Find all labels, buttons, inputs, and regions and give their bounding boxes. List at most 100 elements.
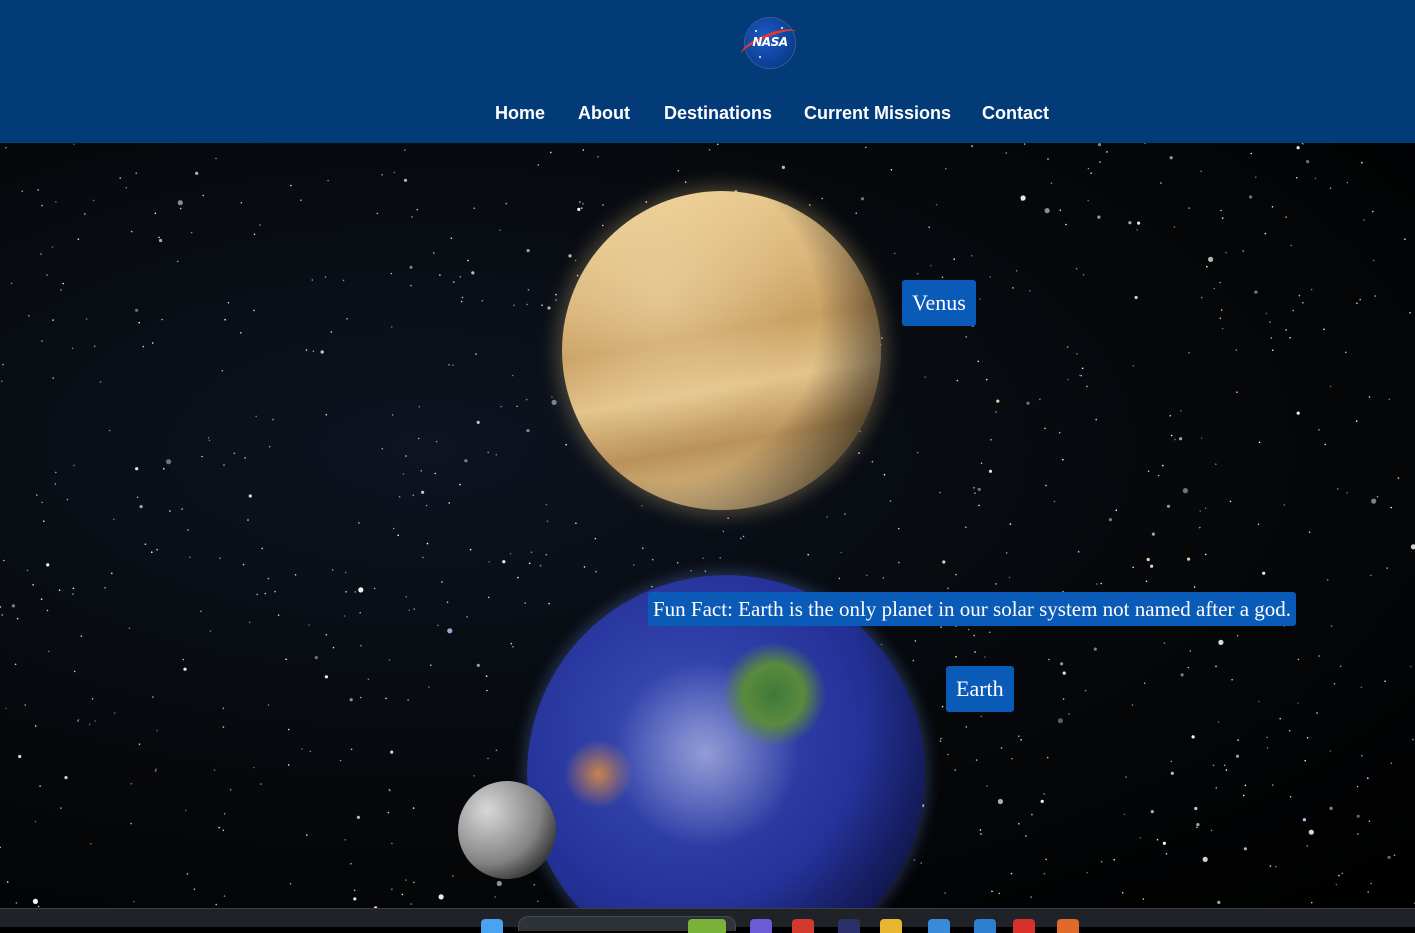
star (1409, 312, 1411, 314)
star (838, 577, 841, 580)
star (391, 888, 393, 890)
star (294, 574, 297, 576)
star (940, 626, 942, 628)
opera-icon[interactable] (1013, 919, 1035, 933)
star (339, 759, 342, 762)
star (324, 675, 328, 679)
star (242, 563, 245, 566)
star (32, 584, 34, 586)
star (582, 149, 585, 151)
star (213, 769, 216, 771)
widgets-icon[interactable] (688, 919, 726, 933)
star (448, 364, 450, 366)
star (1046, 756, 1049, 759)
star (256, 593, 259, 596)
star (425, 504, 428, 507)
star (208, 439, 211, 442)
star (541, 304, 543, 306)
nav-destinations[interactable]: Destinations (664, 101, 772, 125)
star (1093, 647, 1097, 651)
star (597, 156, 599, 158)
chrome-icon[interactable] (792, 919, 814, 933)
star (90, 842, 92, 845)
star (111, 572, 113, 575)
star (166, 459, 172, 465)
star (1297, 702, 1299, 704)
star (512, 646, 514, 648)
star (1318, 655, 1320, 657)
star (1136, 229, 1138, 231)
earth-fun-fact: Fun Fact: Earth is the only planet in ou… (648, 592, 1297, 626)
star (1220, 209, 1222, 212)
star (215, 157, 217, 160)
nav-home[interactable]: Home (495, 101, 545, 125)
star (947, 753, 949, 756)
teams-icon[interactable] (750, 919, 772, 933)
star (1217, 900, 1221, 905)
star (1165, 853, 1168, 855)
star (1302, 301, 1304, 304)
star (1318, 429, 1320, 431)
star (344, 839, 347, 841)
star (866, 574, 868, 577)
star (417, 437, 420, 440)
nav-current-missions[interactable]: Current Missions (804, 101, 951, 125)
star (977, 360, 979, 363)
star (200, 610, 202, 613)
star (1329, 187, 1332, 189)
star (388, 788, 391, 791)
app-icon[interactable] (838, 919, 860, 933)
star (62, 282, 64, 285)
star (221, 369, 224, 372)
star (1025, 835, 1027, 837)
star (742, 535, 745, 538)
star (80, 635, 83, 637)
file-explorer-icon[interactable] (880, 919, 902, 933)
star (1285, 329, 1287, 331)
earth-label[interactable]: Earth (946, 666, 1014, 712)
star (268, 445, 271, 448)
star (481, 300, 484, 302)
star (77, 238, 80, 240)
star (119, 177, 121, 179)
logo-text: NASA (752, 35, 788, 49)
star (358, 522, 360, 524)
star (130, 230, 133, 233)
star (855, 212, 857, 214)
star (1271, 784, 1274, 786)
star (1269, 321, 1271, 323)
firefox-icon[interactable] (1057, 919, 1079, 933)
nav-contact[interactable]: Contact (982, 101, 1049, 125)
star (224, 318, 226, 321)
star (975, 759, 978, 761)
star (72, 587, 75, 590)
star (387, 811, 390, 814)
star (1310, 288, 1313, 291)
star (1386, 567, 1388, 569)
star (526, 429, 530, 433)
nasa-logo[interactable]: NASA (737, 18, 801, 68)
star (1000, 747, 1003, 749)
nav-about[interactable]: About (578, 101, 630, 125)
windows-start-icon[interactable] (481, 919, 503, 933)
star (467, 259, 469, 262)
venus-label[interactable]: Venus (902, 280, 976, 326)
store-icon[interactable] (928, 919, 950, 933)
star (1079, 374, 1081, 377)
star (1258, 441, 1261, 444)
star (34, 820, 37, 823)
star (880, 643, 883, 646)
star (51, 246, 54, 248)
star (1188, 207, 1190, 209)
star (1376, 495, 1379, 498)
star (222, 829, 225, 832)
star (1030, 896, 1032, 898)
star (551, 399, 557, 405)
star (289, 882, 292, 885)
venus-image[interactable] (562, 191, 881, 510)
star (1219, 281, 1221, 284)
star (92, 199, 95, 202)
star (995, 583, 997, 585)
vscode-icon[interactable] (974, 919, 996, 933)
star (955, 573, 957, 576)
